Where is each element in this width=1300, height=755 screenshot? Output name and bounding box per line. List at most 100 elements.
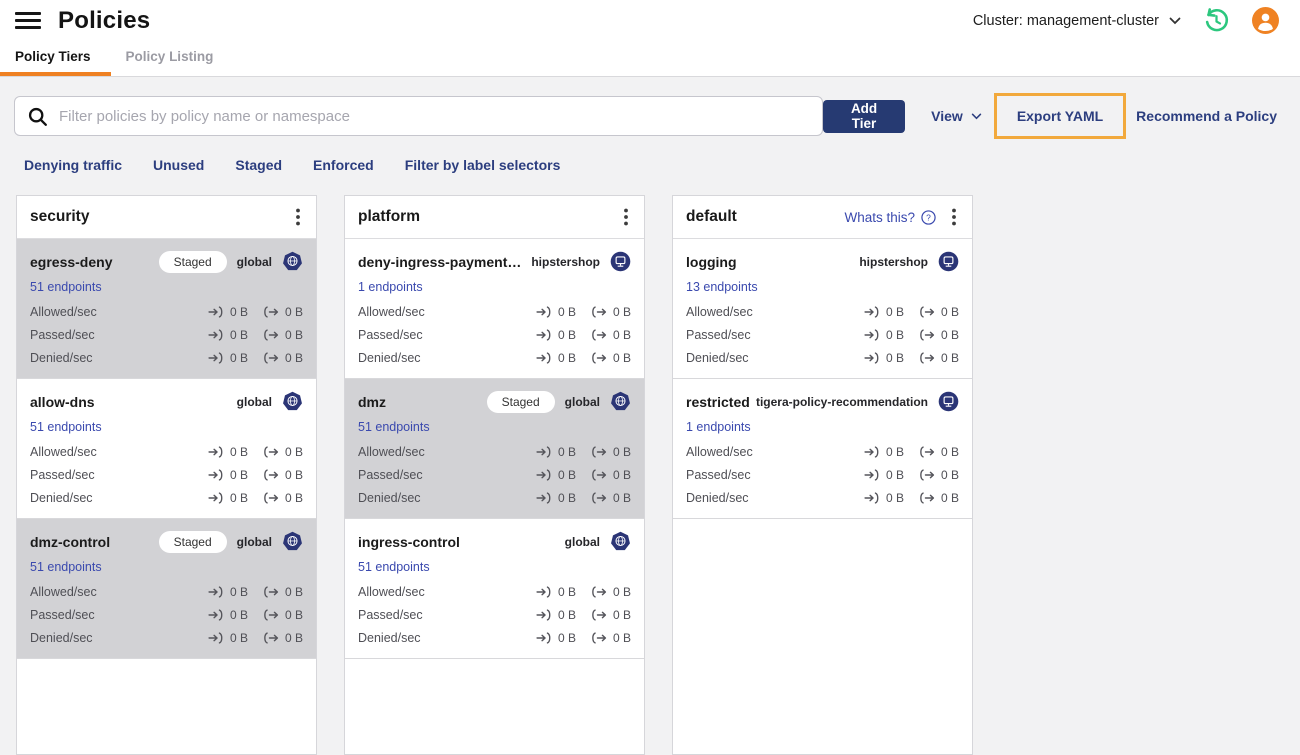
metric-row-denied-sec: Denied/sec 0 B 0 B	[358, 491, 631, 505]
toolbar-actions: Add Tier View Export YAML Recommend a Po…	[822, 93, 1277, 139]
policy-card-ingress-control[interactable]: ingress-control global 51 endpoints Allowed…	[345, 519, 644, 659]
metric-egress: 0 B	[591, 328, 631, 342]
metric-values: 0 B 0 B	[208, 351, 303, 365]
endpoints-link[interactable]: 1 endpoints	[358, 280, 423, 294]
metric-ingress-value: 0 B	[229, 608, 248, 622]
ingress-traffic-icon	[864, 492, 879, 504]
ingress-traffic-icon	[536, 329, 551, 341]
metric-ingress: 0 B	[208, 468, 248, 482]
view-dropdown[interactable]: View	[931, 108, 982, 124]
kebab-menu-icon	[624, 208, 628, 226]
metric-row-denied-sec: Denied/sec 0 B 0 B	[30, 631, 303, 645]
metric-egress-value: 0 B	[940, 445, 959, 459]
policy-card-top: logging hipstershop	[686, 250, 959, 273]
metric-label: Allowed/sec	[30, 305, 97, 319]
metric-egress: 0 B	[591, 468, 631, 482]
metric-label: Denied/sec	[30, 491, 93, 505]
endpoints-link[interactable]: 51 endpoints	[358, 420, 430, 434]
metric-values: 0 B 0 B	[208, 585, 303, 599]
policy-scope-badge	[610, 531, 631, 552]
metric-row-passed-sec: Passed/sec 0 B 0 B	[30, 608, 303, 622]
user-menu-button[interactable]	[1252, 7, 1279, 34]
metric-values: 0 B 0 B	[536, 468, 631, 482]
metric-ingress: 0 B	[208, 328, 248, 342]
tier-name: default	[686, 208, 737, 225]
policy-card-top: allow-dns global	[30, 390, 303, 413]
global-policy-icon	[283, 251, 302, 271]
tab-policy-listing[interactable]: Policy Listing	[111, 41, 234, 76]
tier-header-default: default Whats this??	[673, 196, 972, 239]
metric-ingress-value: 0 B	[229, 351, 248, 365]
metric-values: 0 B 0 B	[864, 328, 959, 342]
metric-values: 0 B 0 B	[864, 351, 959, 365]
metric-egress: 0 B	[591, 491, 631, 505]
endpoints-link[interactable]: 51 endpoints	[30, 560, 102, 574]
egress-traffic-icon	[920, 306, 935, 318]
metric-row-allowed-sec: Allowed/sec 0 B 0 B	[30, 305, 303, 319]
policy-card-deny-ingress-paymentservi[interactable]: deny-ingress-paymentservi… hipstershop 1 e…	[345, 239, 644, 379]
endpoints-link[interactable]: 1 endpoints	[686, 420, 751, 434]
policy-search-input[interactable]	[57, 106, 810, 126]
metric-ingress: 0 B	[864, 305, 904, 319]
policy-card-dmz[interactable]: dmz Staged global 51 endpoints Allowed/sec 0 …	[345, 379, 644, 519]
egress-traffic-icon	[592, 329, 607, 341]
policy-badges: Staged global	[486, 390, 631, 413]
policy-scope-badge	[282, 251, 303, 272]
tier-kebab-menu[interactable]	[293, 206, 303, 228]
header-right: Cluster: management-cluster	[973, 7, 1279, 34]
endpoints-link[interactable]: 51 endpoints	[30, 280, 102, 294]
policy-card-logging[interactable]: logging hipstershop 13 endpoints Allowed/se…	[673, 239, 972, 379]
menu-icon[interactable]	[15, 12, 41, 29]
metric-egress-value: 0 B	[612, 631, 631, 645]
policy-scope-label: global	[236, 254, 272, 269]
chevron-down-icon	[971, 113, 982, 119]
metric-row-allowed-sec: Allowed/sec 0 B 0 B	[686, 305, 959, 319]
metric-label: Denied/sec	[30, 351, 93, 365]
add-tier-button[interactable]: Add Tier	[822, 99, 906, 133]
policy-card-allow-dns[interactable]: allow-dns global 51 endpoints Allowed/sec 0 …	[17, 379, 316, 519]
endpoints-link[interactable]: 51 endpoints	[30, 420, 102, 434]
tab-policy-tiers[interactable]: Policy Tiers	[0, 41, 111, 76]
export-yaml-button[interactable]: Export YAML	[1017, 108, 1103, 124]
policy-card-egress-deny[interactable]: egress-deny Staged global 51 endpoints Allow…	[17, 239, 316, 379]
policy-card-dmz-control[interactable]: dmz-control Staged global 51 endpoints Allow…	[17, 519, 316, 659]
quick-filter-denying-traffic[interactable]: Denying traffic	[24, 157, 122, 173]
metric-egress: 0 B	[263, 631, 303, 645]
whats-this-link[interactable]: Whats this??	[844, 210, 936, 225]
metric-label: Passed/sec	[30, 608, 95, 622]
metric-egress-value: 0 B	[612, 585, 631, 599]
metric-label: Passed/sec	[686, 468, 751, 482]
policy-name: dmz-control	[30, 533, 111, 550]
quick-filter-staged[interactable]: Staged	[235, 157, 282, 173]
metric-label: Denied/sec	[358, 491, 421, 505]
quick-filter-filter-by-label-selectors[interactable]: Filter by label selectors	[405, 157, 561, 173]
metric-label: Denied/sec	[686, 491, 749, 505]
cluster-selector[interactable]: Cluster: management-cluster	[973, 13, 1181, 29]
metric-egress: 0 B	[919, 328, 959, 342]
metric-ingress-value: 0 B	[229, 445, 248, 459]
tier-column-platform: platform deny-ingress-paymentservi… hipste…	[344, 195, 645, 755]
endpoints-link[interactable]: 13 endpoints	[686, 280, 758, 294]
history-button[interactable]	[1203, 7, 1230, 34]
global-policy-icon	[611, 531, 630, 551]
metric-values: 0 B 0 B	[208, 631, 303, 645]
tier-kebab-menu[interactable]	[949, 206, 959, 228]
ingress-traffic-icon	[864, 329, 879, 341]
kebab-menu-icon	[952, 208, 956, 226]
metric-egress: 0 B	[919, 351, 959, 365]
tier-kebab-menu[interactable]	[621, 206, 631, 228]
metric-egress-value: 0 B	[940, 328, 959, 342]
metric-label: Denied/sec	[30, 631, 93, 645]
metric-ingress-value: 0 B	[885, 351, 904, 365]
policy-card-top: deny-ingress-paymentservi… hipstershop	[358, 250, 631, 273]
egress-traffic-icon	[920, 469, 935, 481]
quick-filter-enforced[interactable]: Enforced	[313, 157, 374, 173]
policy-card-restricted[interactable]: restricted tigera-policy-recommendation 1 …	[673, 379, 972, 519]
endpoints-link[interactable]: 51 endpoints	[358, 560, 430, 574]
quick-filter-unused[interactable]: Unused	[153, 157, 204, 173]
metric-ingress-value: 0 B	[885, 328, 904, 342]
metric-row-denied-sec: Denied/sec 0 B 0 B	[358, 631, 631, 645]
recommend-policy-button[interactable]: Recommend a Policy	[1136, 108, 1277, 124]
ingress-traffic-icon	[536, 352, 551, 364]
metric-label: Denied/sec	[358, 351, 421, 365]
